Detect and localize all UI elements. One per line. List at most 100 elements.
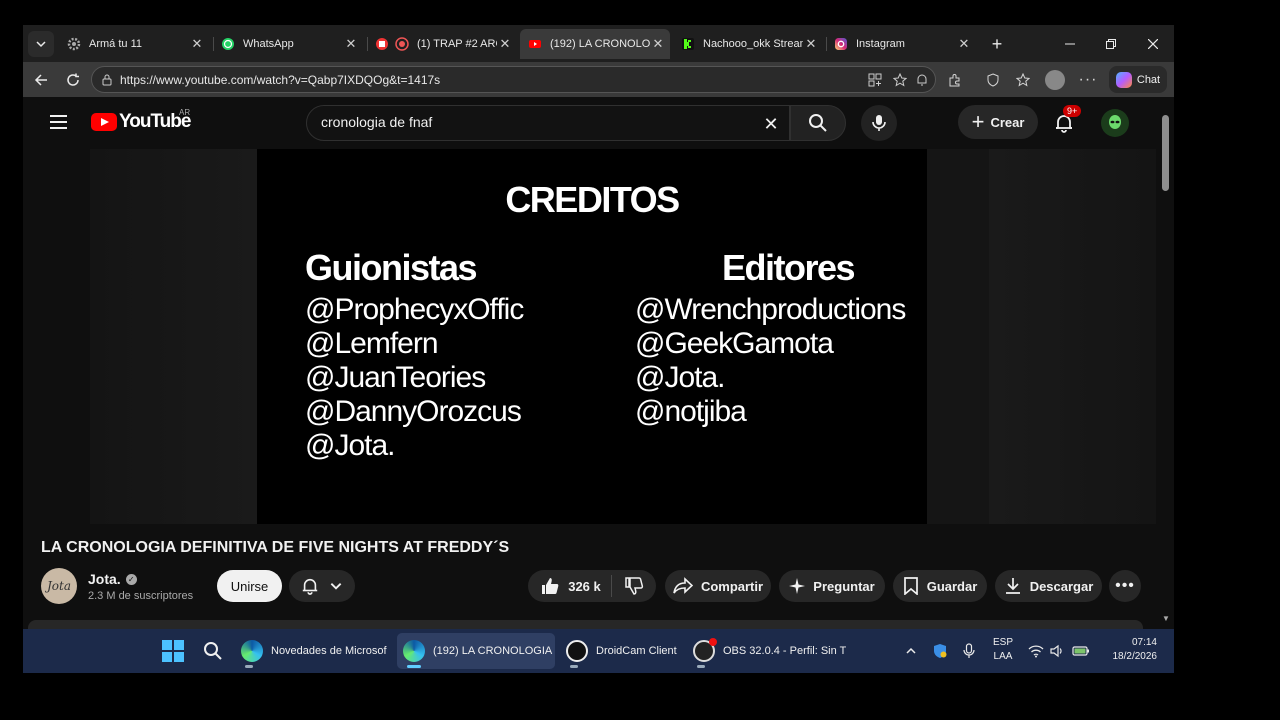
- editor-handle: @Jota.: [635, 361, 726, 394]
- reload-button[interactable]: [61, 68, 85, 92]
- browser-essentials-icon[interactable]: [983, 70, 1003, 90]
- youtube-icon: [529, 40, 541, 48]
- like-count: 326 k: [568, 578, 601, 594]
- dislike-button[interactable]: [612, 576, 644, 596]
- channel-avatar-text: Jota: [46, 579, 71, 593]
- subscription-bell-button[interactable]: [289, 570, 355, 602]
- close-icon[interactable]: ✕: [189, 36, 205, 52]
- taskbar-obs[interactable]: OBS 32.0.4 - Perfil: Sin T: [687, 633, 847, 669]
- show-hidden-icons-button[interactable]: [905, 629, 917, 673]
- taskbar-search-button[interactable]: [197, 633, 231, 669]
- copilot-icon: [1115, 71, 1132, 88]
- more-options-icon[interactable]: ···: [1078, 70, 1098, 90]
- voice-search-button[interactable]: [861, 105, 897, 141]
- new-tab-button[interactable]: +: [986, 33, 1008, 55]
- screen: Armá tu 11 ✕ WhatsApp ✕ (1) TRAP #2 ARG …: [23, 25, 1174, 673]
- ask-button[interactable]: Preguntar: [779, 570, 885, 602]
- ask-label: Preguntar: [813, 578, 875, 594]
- download-button[interactable]: Descargar: [995, 570, 1102, 602]
- tab-youtube-active[interactable]: (192) LA CRONOLOGI ✕: [520, 29, 670, 59]
- share-icon: [673, 577, 693, 594]
- minimize-icon: [1065, 43, 1075, 45]
- taskbar-edge-youtube[interactable]: (192) LA CRONOLOGIA I: [397, 633, 555, 669]
- restore-button[interactable]: [1100, 33, 1122, 55]
- like-button[interactable]: 326 k: [540, 575, 612, 597]
- profile-avatar[interactable]: [1045, 70, 1065, 90]
- defender-shield-icon[interactable]: [932, 629, 948, 673]
- wifi-icon[interactable]: [1028, 629, 1044, 673]
- close-window-button[interactable]: [1142, 33, 1164, 55]
- close-icon[interactable]: ✕: [650, 36, 666, 52]
- search-input[interactable]: [321, 114, 741, 130]
- address-bar[interactable]: https://www.youtube.com/watch?v=Qabp7IXD…: [91, 66, 936, 93]
- user-avatar[interactable]: [1101, 109, 1129, 137]
- like-dislike-group: 326 k: [528, 570, 656, 602]
- favorites-icon[interactable]: [1013, 70, 1033, 90]
- extensions-icon[interactable]: [945, 70, 965, 90]
- site-info-icon[interactable]: [101, 74, 113, 86]
- windows-taskbar: Novedades de Microsof (192) LA CRONOLOGI…: [23, 629, 1174, 673]
- video-player[interactable]: CREDITOS Guionistas @ProphecyxOffic @Lem…: [90, 149, 1156, 524]
- favorite-star-icon[interactable]: [893, 73, 907, 87]
- notification-bell-icon[interactable]: [915, 73, 929, 87]
- download-label: Descargar: [1029, 578, 1094, 594]
- player-letterbox-right: [989, 149, 1156, 524]
- app-available-icon[interactable]: [868, 73, 882, 87]
- tab-actions-button[interactable]: [28, 31, 54, 57]
- youtube-logo[interactable]: YouTube: [91, 111, 191, 133]
- tab-arma-tu-11[interactable]: Armá tu 11 ✕: [59, 29, 209, 59]
- youtube-play-icon: [91, 113, 117, 131]
- taskbar-edge-news[interactable]: Novedades de Microsof: [235, 633, 387, 669]
- close-icon[interactable]: ✕: [956, 36, 972, 52]
- close-icon[interactable]: ✕: [803, 36, 819, 52]
- menu-icon[interactable]: [50, 115, 67, 129]
- editor-handle: @GeekGamota: [635, 327, 834, 360]
- back-button[interactable]: [29, 68, 53, 92]
- reload-icon: [67, 73, 79, 86]
- edge-icon: [241, 640, 263, 662]
- running-indicator: [697, 665, 705, 668]
- microphone-icon[interactable]: [963, 629, 975, 673]
- join-button[interactable]: Unirse: [217, 570, 282, 602]
- volume-icon[interactable]: [1050, 629, 1064, 673]
- tab-trap-stream[interactable]: (1) TRAP #2 ARG ✕: [367, 29, 517, 59]
- tab-title: Nachooo_okk Stream: [703, 38, 803, 50]
- share-button[interactable]: Compartir: [665, 570, 771, 602]
- start-button[interactable]: [156, 633, 190, 669]
- channel-name-link[interactable]: Jota. ✓: [88, 571, 137, 587]
- writers-list: @ProphecyxOffic @Lemfern @JuanTeories @D…: [305, 293, 524, 463]
- copilot-chat-button[interactable]: Chat: [1109, 66, 1167, 93]
- obs-icon: [693, 638, 717, 662]
- tab-instagram[interactable]: Instagram ✕: [826, 29, 976, 59]
- clear-search-icon[interactable]: ✕: [759, 112, 783, 136]
- kick-icon: [682, 38, 694, 50]
- system-clock[interactable]: 07:14 18/2/2026: [1105, 636, 1158, 664]
- scroll-down-arrow-icon[interactable]: ▼: [1162, 614, 1170, 623]
- plus-icon: +: [971, 109, 985, 134]
- taskbar-label: Novedades de Microsof: [271, 645, 387, 657]
- close-icon[interactable]: ✕: [497, 36, 513, 52]
- create-button[interactable]: + Crear: [958, 105, 1038, 139]
- taskbar-label: OBS 32.0.4 - Perfil: Sin T: [723, 645, 847, 657]
- more-actions-icon[interactable]: •••: [1109, 570, 1141, 602]
- taskbar-droidcam[interactable]: DroidCam Client: [560, 633, 680, 669]
- notification-badge: 9+: [1063, 105, 1082, 117]
- minimize-button[interactable]: [1059, 33, 1081, 55]
- tab-whatsapp[interactable]: WhatsApp ✕: [213, 29, 363, 59]
- input-language-indicator[interactable]: ESP LAA: [993, 636, 1013, 664]
- save-button[interactable]: Guardar: [893, 570, 987, 602]
- close-icon[interactable]: ✕: [343, 36, 359, 52]
- page-scrollbar[interactable]: ▼: [1158, 97, 1174, 625]
- recording-icon: [395, 37, 409, 51]
- scrollbar-thumb[interactable]: [1162, 115, 1169, 191]
- writer-handle: @DannyOrozcus: [305, 395, 522, 428]
- battery-charging-icon[interactable]: [1072, 629, 1090, 673]
- channel-avatar[interactable]: Jota: [41, 568, 77, 604]
- bookmark-icon: [903, 577, 918, 595]
- search-button[interactable]: [790, 105, 846, 141]
- video-frame[interactable]: CREDITOS Guionistas @ProphecyxOffic @Lem…: [257, 149, 927, 524]
- player-letterbox-left: [90, 149, 257, 524]
- tab-kick-stream[interactable]: Nachooo_okk Stream ✕: [673, 29, 823, 59]
- writers-column: Guionistas @ProphecyxOffic @Lemfern @Jua…: [305, 247, 524, 463]
- arrow-left-icon: [34, 74, 47, 86]
